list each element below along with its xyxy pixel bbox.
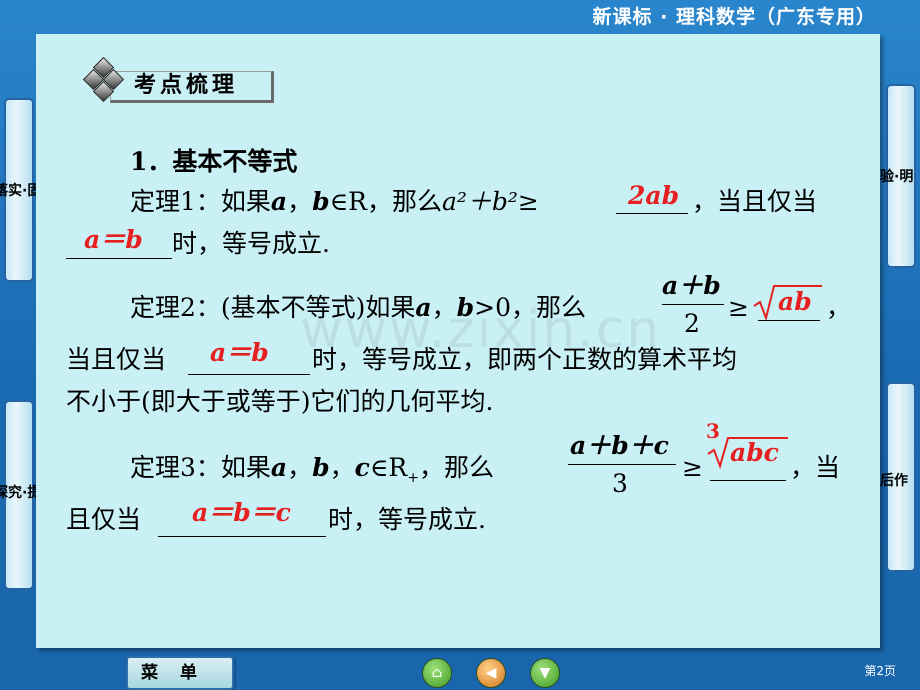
theorem1-blank2 — [66, 258, 172, 259]
home-icon[interactable]: ⌂ — [422, 658, 452, 688]
theorem3-geq: ≥ — [682, 453, 703, 482]
theorem3-plus-sub: + — [407, 470, 419, 486]
theorem3-answer1: abc — [730, 438, 779, 467]
theorem1-answer1: 2ab — [628, 181, 680, 210]
theorem2-blank1 — [758, 320, 820, 321]
theorem2-geq: ≥ — [728, 293, 749, 322]
theorem2-line2-prefix: 当且仅当 — [66, 345, 167, 374]
theorem2-line2-suffix: 时，等号成立，即两个正数的算术平均 — [312, 345, 738, 374]
heading: 1．基本不等式 — [130, 147, 298, 176]
comma: ， — [329, 453, 355, 482]
page-number: 第2页 — [864, 664, 896, 678]
theorem3-in-r: ∈R — [369, 453, 408, 482]
var-b: b — [312, 187, 330, 216]
theorem3-answer2: a＝b＝c — [192, 498, 291, 527]
theorem3-frac-den: 3 — [612, 469, 628, 498]
theorem2-answer2: a＝b — [210, 338, 269, 367]
theorem2-comma: ， — [826, 293, 852, 322]
theorem3-frac-num: a＋b＋c — [570, 431, 669, 460]
theorem1-line1: 定理1：如果a，b∈R，那么a²＋b²≥ — [130, 186, 539, 218]
theorem2-line3: 不小于(即大于或等于)它们的几何平均. — [66, 387, 494, 416]
theorem2-frac-num: a＋b — [662, 271, 721, 300]
theorem3-line2-suffix: 时，等号成立. — [328, 505, 486, 534]
theorem2-prefix: 定理2：(基本不等式)如果 — [130, 293, 416, 322]
theorem3-frac-line — [568, 464, 676, 465]
var-c: c — [354, 453, 370, 482]
var-a: a — [270, 453, 288, 482]
section-title: 考点梳理 — [134, 73, 239, 98]
var-a: a — [270, 187, 288, 216]
theorem1-mid: ，当且仅当 — [692, 187, 818, 216]
menu-button[interactable]: 菜单 — [126, 656, 234, 690]
theorem1-suffix: 时，等号成立. — [172, 229, 330, 258]
menu-button-label: 菜单 — [141, 663, 219, 683]
comma: ， — [287, 187, 313, 216]
theorem3-line2-prefix: 且仅当 — [66, 505, 142, 534]
header-title: 新课标 · 理科数学（广东专用） — [592, 6, 876, 28]
var-b: b — [456, 293, 475, 322]
theorem2-frac-line — [662, 304, 724, 305]
theorem2-frac-den: 2 — [684, 309, 700, 338]
theorem1-prefix: 定理1：如果 — [130, 187, 271, 216]
section-badge: 考点梳理 — [82, 56, 274, 103]
comma: ， — [431, 293, 457, 322]
theorem2-cond: >0，那么 — [474, 293, 586, 322]
theorem1-in-r: ∈R，那么 — [329, 187, 442, 216]
theorem2-line1: 定理2：(基本不等式)如果a，b>0，那么 — [130, 292, 586, 324]
comma: ， — [287, 453, 313, 482]
forward-icon[interactable]: ▼ — [530, 658, 560, 688]
theorem2-blank2 — [188, 374, 310, 375]
theorem3-prefix: 定理3：如果 — [130, 453, 271, 482]
var-a: a — [415, 293, 432, 322]
theorem3-line1: 定理3：如果a，b，c∈R+，那么 — [130, 452, 494, 494]
theorem3-blank2 — [158, 536, 326, 537]
theorem3-then: ，那么 — [418, 453, 494, 482]
theorem1-blank1 — [616, 213, 688, 214]
theorem3-blank1 — [710, 480, 786, 481]
theorem3-comma-end: ，当 — [790, 453, 841, 482]
back-icon[interactable]: ◀ — [476, 658, 506, 688]
theorem2-answer1: ab — [778, 287, 812, 316]
theorem1-answer2: a＝b — [84, 225, 143, 254]
theorem1-expr: a²＋b²≥ — [441, 187, 539, 216]
var-b: b — [312, 453, 330, 482]
